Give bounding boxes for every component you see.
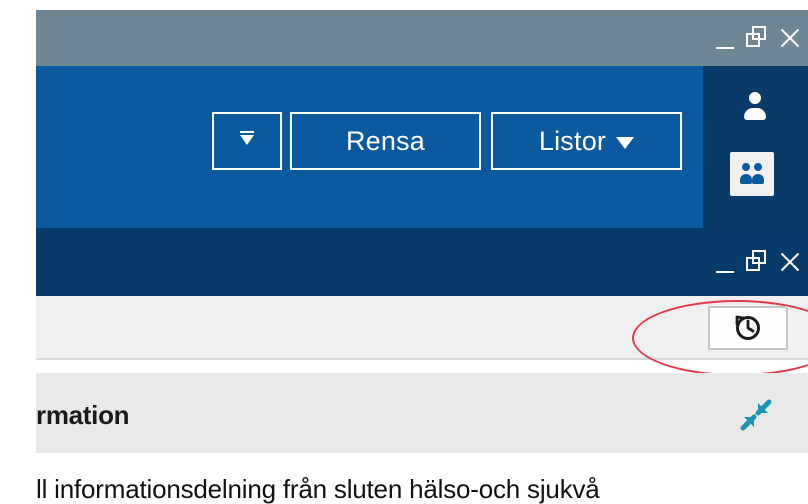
minimize-icon[interactable] <box>712 247 738 277</box>
collapse-arrows-icon <box>740 399 772 431</box>
app-window: Rensa Listor rmation ll informationsdeln… <box>0 0 808 504</box>
main-window-controls <box>712 10 802 66</box>
main-toolbar: Rensa Listor <box>36 66 703 228</box>
collapse-button[interactable] <box>732 391 780 439</box>
section-description: ll informationsdelning från sluten hälso… <box>36 474 600 504</box>
user-side-panel <box>703 66 808 228</box>
listor-button[interactable]: Listor <box>491 112 682 170</box>
section-title: rmation <box>36 400 130 430</box>
close-icon[interactable] <box>776 247 802 277</box>
group-button[interactable] <box>730 152 774 196</box>
secondary-toolbar <box>36 296 808 376</box>
main-titlebar <box>36 10 808 66</box>
secondary-window-controls <box>712 238 802 286</box>
secondary-titlebar <box>36 228 808 296</box>
minimize-icon[interactable] <box>712 23 738 53</box>
restore-icon[interactable] <box>744 23 770 53</box>
chevron-down-icon <box>616 137 635 149</box>
filter-button[interactable] <box>212 112 282 170</box>
left-margin <box>0 0 36 504</box>
restore-icon[interactable] <box>744 247 770 277</box>
person-icon[interactable] <box>740 92 770 132</box>
close-icon[interactable] <box>776 23 802 53</box>
rensa-label: Rensa <box>345 125 426 156</box>
listor-label: Listor <box>538 125 607 156</box>
section-header: rmation <box>36 373 808 453</box>
history-icon <box>735 315 760 340</box>
filter-icon <box>240 131 254 151</box>
rensa-button[interactable]: Rensa <box>290 112 481 170</box>
group-icon <box>737 160 767 190</box>
history-button[interactable] <box>708 306 788 350</box>
